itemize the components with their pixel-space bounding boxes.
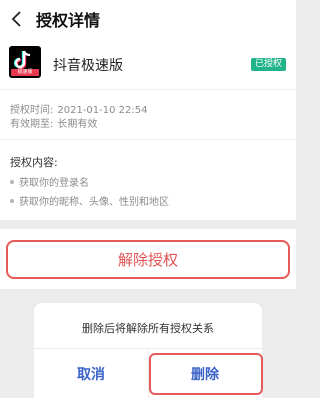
expiry-value: 长期有效 (57, 119, 98, 130)
permissions-section: 授权内容: 获取你的登录名 获取你的昵称、头像、性别和地区 (0, 140, 296, 220)
douyin-lite-icon: 极速版 (9, 46, 41, 78)
back-chevron-icon (11, 11, 21, 27)
bullet-icon (10, 179, 14, 184)
auth-time-row: 授权时间: 2021-01-10 22:54 (10, 101, 148, 116)
dialog-message: 删除后将解除所有授权关系 (82, 322, 214, 335)
revoke-authorization-button[interactable]: 解除授权 (6, 240, 290, 279)
app-card: 极速版 抖音极速版 已授权 (0, 38, 296, 90)
permission-text: 获取你的昵称、头像、性别和地区 (19, 197, 169, 208)
bullet-icon (10, 198, 14, 203)
status-badge: 已授权 (250, 58, 286, 71)
expiry-label: 有效期至: (10, 119, 54, 130)
page-title: 授权详情 (36, 11, 101, 30)
permissions-title: 授权内容: (10, 156, 58, 169)
permission-text: 获取你的登录名 (19, 178, 89, 189)
app-icon-tag: 极速版 (11, 69, 39, 76)
auth-info: 授权时间: 2021-01-10 22:54 有效期至: 长期有效 (0, 90, 296, 140)
cancel-button[interactable]: 取消 (34, 349, 148, 398)
expiry-row: 有效期至: 长期有效 (10, 115, 97, 130)
top-bar: 授权详情 (0, 0, 296, 38)
delete-highlight-outline (149, 353, 263, 395)
permission-item: 获取你的登录名 (10, 174, 89, 189)
revoke-section: 解除授权 (0, 229, 296, 289)
permission-item: 获取你的昵称、头像、性别和地区 (10, 193, 169, 208)
back-button[interactable] (2, 0, 32, 38)
app-name: 抖音极速版 (53, 58, 123, 74)
